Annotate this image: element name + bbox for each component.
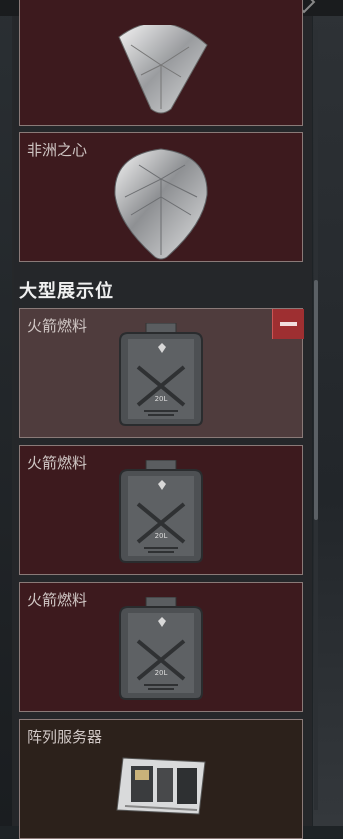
display-slot-card[interactable]: 火箭燃料 20L	[19, 582, 303, 712]
section-title-large-display: 大型展示位	[19, 281, 114, 301]
item-label: 阵列服务器	[27, 729, 103, 746]
fuel-canister-icon: 20L	[119, 597, 203, 700]
item-label: 火箭燃料	[27, 592, 88, 609]
display-slot-card[interactable]	[19, 0, 303, 126]
server-icon	[116, 757, 206, 815]
item-label: 火箭燃料	[27, 318, 88, 335]
fuel-canister-icon: 20L	[119, 460, 203, 563]
canister-volume-label: 20L	[155, 532, 168, 540]
remove-item-button[interactable]	[272, 309, 304, 339]
display-slot-card[interactable]: 阵列服务器	[19, 719, 303, 839]
display-slot-card[interactable]: 非洲之心	[19, 132, 303, 262]
canister-volume-label: 20L	[155, 669, 168, 677]
item-label: 非洲之心	[27, 142, 88, 159]
diamond-icon	[114, 148, 208, 260]
diamond-icon	[118, 25, 208, 114]
item-label: 火箭燃料	[27, 455, 88, 472]
display-slot-card-selected[interactable]: 火箭燃料 20L	[19, 308, 304, 438]
display-slot-card[interactable]: 火箭燃料 20L	[19, 445, 303, 575]
scrollbar-thumb[interactable]	[314, 280, 318, 520]
canister-volume-label: 20L	[155, 395, 168, 403]
fuel-canister-icon: 20L	[119, 323, 203, 426]
